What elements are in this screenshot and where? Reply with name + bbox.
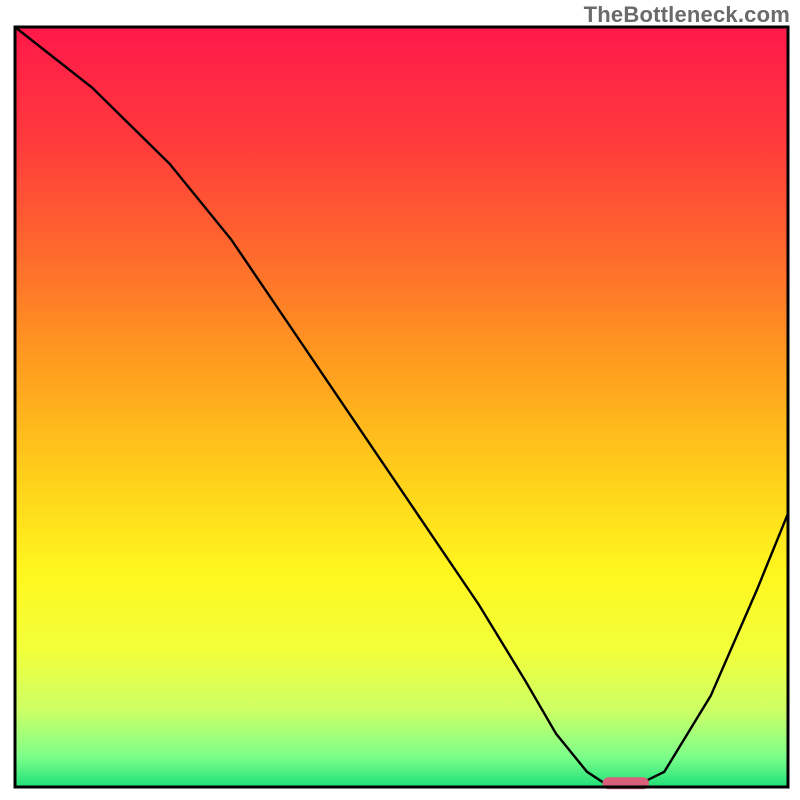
bottleneck-chart <box>0 0 800 800</box>
plot-background <box>15 27 788 787</box>
